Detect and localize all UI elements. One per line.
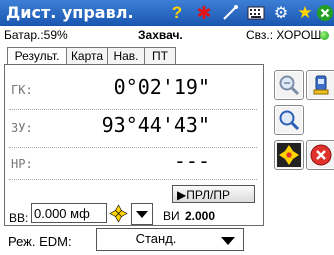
target-dropdown-button[interactable] <box>131 203 153 225</box>
zoom-out-button[interactable] <box>274 70 304 100</box>
chevron-down-icon <box>221 237 235 245</box>
divider <box>9 147 257 148</box>
zoom-in-button[interactable] <box>274 105 304 135</box>
hz-label: ГК: <box>11 83 33 97</box>
tab-pt[interactable]: ПТ <box>144 47 176 65</box>
divider <box>9 109 257 110</box>
connection-status: Свз.: ХОРОШ. <box>246 28 325 42</box>
title-bar: Дист. управл. ? ✱ ⚙ ★ <box>0 0 334 26</box>
gear-icon[interactable]: ⚙ <box>270 2 292 24</box>
app-title: Дист. управл. <box>6 3 134 22</box>
help-icon[interactable]: ? <box>166 2 188 24</box>
vi-label: ВИ <box>163 209 180 223</box>
results-panel: ГК: 0°02'19" ЗУ: 93°44'43" НР: --- ▶ПРЛ/… <box>4 64 264 226</box>
divider <box>9 179 257 180</box>
edm-mode-label: Реж. EDM: <box>8 234 72 249</box>
satellite-icon[interactable] <box>219 2 241 24</box>
sd-value: --- <box>173 149 210 173</box>
hz-value: 0°02'19" <box>113 75 210 99</box>
stop-icon <box>310 144 332 166</box>
tab-map[interactable]: Карта <box>66 47 108 65</box>
zoom-in-icon <box>279 110 300 131</box>
edm-mode-select[interactable]: Станд. <box>96 228 244 251</box>
va-label: ЗУ: <box>11 121 33 135</box>
battery-status: Батар.:59% <box>4 28 68 42</box>
tab-nav[interactable]: Нав. <box>107 47 145 65</box>
va-value: 93°44'43" <box>101 113 210 137</box>
chevron-down-icon <box>136 211 148 218</box>
vv-label: ВВ: <box>9 211 29 225</box>
close-icon[interactable] <box>314 2 334 24</box>
edm-mode-value: Станд. <box>135 231 177 246</box>
vi-value: 2.000 <box>185 209 216 223</box>
measure-button[interactable] <box>274 140 304 170</box>
connection-indicator-icon <box>320 31 329 40</box>
sd-label: НР: <box>11 157 33 171</box>
instrument-icon <box>313 75 329 95</box>
stop-button[interactable] <box>306 140 334 170</box>
prl-button[interactable]: ▶ПРЛ/ПР <box>172 185 255 203</box>
instrument-button[interactable] <box>306 70 334 100</box>
zoom-out-icon <box>279 75 300 96</box>
star-icon[interactable]: ★ <box>294 2 316 24</box>
target-measure-icon <box>277 143 301 167</box>
target-icon[interactable] <box>109 204 128 223</box>
capture-status: Захвач. <box>138 28 183 42</box>
keyboard-icon[interactable] <box>245 2 267 24</box>
laser-icon[interactable]: ✱ <box>193 2 215 24</box>
vv-input[interactable]: 0.000 мф <box>31 203 107 223</box>
